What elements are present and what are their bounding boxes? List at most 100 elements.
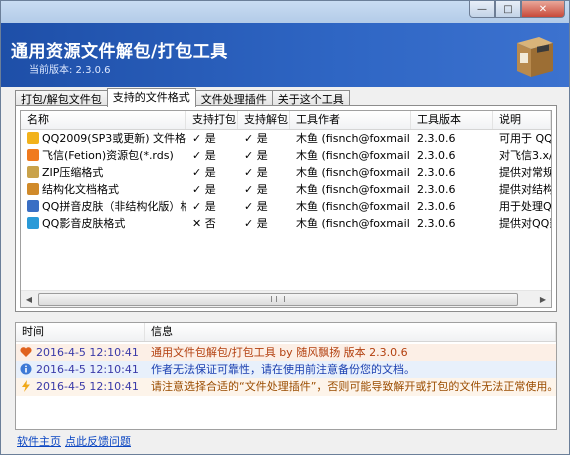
- cell-author: 木鱼 (fisnch@foxmail: [296, 166, 410, 179]
- log-message: 请注意选择合适的“文件处理插件”，否则可能导致解开或打包的文件无法正常使用。: [151, 380, 556, 393]
- zip-icon: [27, 166, 39, 178]
- cell-author: 木鱼 (fisnch@foxmail: [296, 183, 410, 196]
- column-header-pack[interactable]: 支持打包: [186, 111, 238, 129]
- fetion-icon: [27, 149, 39, 161]
- cell-author: 木鱼 (fisnch@foxmail: [296, 200, 410, 213]
- scrollbar-thumb[interactable]: [38, 293, 518, 306]
- format-name-label: 飞信(Fetion)资源包(*.rds): [42, 149, 174, 162]
- format-name-label: QQ拼音皮肤（非结构化版）格式: [42, 200, 186, 213]
- feedback-link[interactable]: 点此反馈问题: [65, 433, 131, 449]
- cell-format-name: 结构化文档格式: [21, 181, 186, 198]
- cell-format-name: QQ拼音皮肤（非结构化版）格式: [21, 198, 186, 215]
- footer-links: 软件主页 点此反馈问题: [17, 433, 131, 449]
- table-row[interactable]: 结构化文档格式 ✓ 是 ✓ 是 木鱼 (fisnch@foxmail 2.3.0.6 提供…: [21, 181, 551, 198]
- cell-author: 木鱼 (fisnch@foxmail: [296, 149, 410, 162]
- cell-format-name: QQ影音皮肤格式: [21, 215, 186, 232]
- cell-tool-version: 2.3.0.6: [417, 217, 456, 230]
- formats-table-header: 名称 支持打包 支持解包 工具作者 工具版本 说明: [21, 111, 551, 130]
- cell-supports-unpack: ✓ 是: [244, 217, 268, 230]
- log-column-message[interactable]: 信息: [145, 323, 556, 341]
- log-table-header: 时间 信息: [16, 323, 556, 342]
- log-time: 2016-4-5 12:10:41: [16, 344, 141, 362]
- column-header-version[interactable]: 工具版本: [411, 111, 493, 129]
- cell-description: 提供对结构化: [499, 183, 551, 196]
- cell-supports-unpack: ✓ 是: [244, 183, 268, 196]
- log-time-label: 2016-4-5 12:10:41: [36, 380, 139, 393]
- cell-supports-pack: ✓ 是: [192, 200, 216, 213]
- info-icon: [20, 363, 32, 375]
- column-header-description[interactable]: 说明: [493, 111, 551, 129]
- cell-tool-version: 2.3.0.6: [417, 149, 456, 162]
- cell-tool-version: 2.3.0.6: [417, 166, 456, 179]
- log-row[interactable]: 2016-4-5 12:10:41 通用文件包解包/打包工具 by 随风飘扬 版本…: [16, 344, 556, 362]
- window-controls: — □ ✕: [469, 1, 565, 19]
- homepage-link[interactable]: 软件主页: [17, 433, 61, 449]
- cell-supports-pack: ✓ 是: [192, 132, 216, 145]
- tab-supported-formats[interactable]: 支持的文件格式: [106, 88, 196, 107]
- cell-supports-pack: ✓ 是: [192, 149, 216, 162]
- log-message: 通用文件包解包/打包工具 by 随风飘扬 版本 2.3.0.6: [151, 346, 408, 359]
- minimize-button[interactable]: —: [469, 1, 495, 18]
- cell-supports-pack: ✓ 是: [192, 166, 216, 179]
- log-time-label: 2016-4-5 12:10:41: [36, 363, 139, 376]
- table-row[interactable]: QQ影音皮肤格式 ✕ 否 ✓ 是 木鱼 (fisnch@foxmail 2.3.0.6 提…: [21, 215, 551, 232]
- scroll-right-icon[interactable]: ▶: [535, 291, 551, 307]
- cell-description: 用于处理QQ拼: [499, 200, 551, 213]
- app-title: 通用资源文件解包/打包工具: [11, 42, 228, 62]
- cell-supports-unpack: ✓ 是: [244, 149, 268, 162]
- cell-description: 可用于 QQ20: [499, 132, 551, 145]
- format-name-label: 结构化文档格式: [42, 183, 119, 196]
- formats-table: 名称 支持打包 支持解包 工具作者 工具版本 说明 QQ2009(SP3或更新)…: [20, 110, 552, 308]
- heart-icon: [20, 346, 32, 358]
- cell-tool-version: 2.3.0.6: [417, 183, 456, 196]
- tab-strip: 打包/解包文件包 支持的文件格式 文件处理插件 关于这个工具: [15, 88, 350, 107]
- log-time: 2016-4-5 12:10:41: [16, 378, 141, 396]
- cell-supports-unpack: ✓ 是: [244, 200, 268, 213]
- cell-supports-pack: ✓ 是: [192, 183, 216, 196]
- scroll-left-icon[interactable]: ◀: [21, 291, 37, 307]
- log-row[interactable]: 2016-4-5 12:10:41 请注意选择合适的“文件处理插件”，否则可能导致…: [16, 378, 556, 396]
- formats-tab-panel: 名称 支持打包 支持解包 工具作者 工具版本 说明 QQ2009(SP3或更新)…: [15, 105, 557, 312]
- qq-penguin-icon: [27, 132, 39, 144]
- main-window: — □ ✕ 通用资源文件解包/打包工具 当前版本: 2.3.0.6 打包/解包文…: [0, 0, 570, 455]
- cell-description: 提供对常规Z: [499, 166, 551, 179]
- cell-format-name: 飞信(Fetion)资源包(*.rds): [21, 147, 186, 164]
- log-row[interactable]: 2016-4-5 12:10:41 作者无法保证可靠性，请在使用前注意备份您的文档…: [16, 361, 556, 379]
- cell-author: 木鱼 (fisnch@foxmail: [296, 217, 410, 230]
- cell-description: 对飞信3.x/4: [499, 149, 551, 162]
- cell-format-name: ZIP压缩格式: [21, 164, 186, 181]
- lightning-icon: [20, 380, 32, 392]
- log-time: 2016-4-5 12:10:41: [16, 361, 141, 379]
- log-column-time[interactable]: 时间: [16, 323, 145, 341]
- puzzle-icon: [27, 183, 39, 195]
- cell-supports-unpack: ✓ 是: [244, 132, 268, 145]
- column-header-name[interactable]: 名称: [21, 111, 186, 129]
- app-header: 通用资源文件解包/打包工具 当前版本: 2.3.0.6: [1, 23, 569, 87]
- package-box-icon: [517, 37, 553, 77]
- format-name-label: ZIP压缩格式: [42, 166, 104, 179]
- maximize-button[interactable]: □: [495, 1, 521, 18]
- table-row[interactable]: QQ2009(SP3或更新) 文件格式 ✓ 是 ✓ 是 木鱼 (fisnch@foxm…: [21, 130, 551, 147]
- log-message: 作者无法保证可靠性，请在使用前注意备份您的文档。: [151, 363, 415, 376]
- cell-author: 木鱼 (fisnch@foxmail: [296, 132, 410, 145]
- column-header-unpack[interactable]: 支持解包: [238, 111, 290, 129]
- cell-tool-version: 2.3.0.6: [417, 200, 456, 213]
- table-row[interactable]: ZIP压缩格式 ✓ 是 ✓ 是 木鱼 (fisnch@foxmail 2.3.0.6 提供…: [21, 164, 551, 181]
- cell-tool-version: 2.3.0.6: [417, 132, 456, 145]
- log-panel: 时间 信息 2016-4-5 12:10:41 通用文件包解包/打包工具 by 随…: [15, 322, 557, 430]
- log-time-label: 2016-4-5 12:10:41: [36, 346, 139, 359]
- app-version: 当前版本: 2.3.0.6: [29, 65, 111, 76]
- format-name-label: QQ影音皮肤格式: [42, 217, 126, 230]
- cell-format-name: QQ2009(SP3或更新) 文件格式: [21, 130, 186, 147]
- title-bar: — □ ✕: [1, 1, 569, 23]
- qq-pinyin-icon: [27, 200, 39, 212]
- cell-supports-unpack: ✓ 是: [244, 166, 268, 179]
- table-row[interactable]: 飞信(Fetion)资源包(*.rds) ✓ 是 ✓ 是 木鱼 (fisnch@fox…: [21, 147, 551, 164]
- column-header-author[interactable]: 工具作者: [290, 111, 411, 129]
- table-row[interactable]: QQ拼音皮肤（非结构化版）格式 ✓ 是 ✓ 是 木鱼 (fisnch@foxmail 2…: [21, 198, 551, 215]
- horizontal-scrollbar[interactable]: ◀ ▶: [21, 290, 551, 307]
- cell-supports-pack: ✕ 否: [192, 217, 216, 230]
- qq-player-icon: [27, 217, 39, 229]
- format-name-label: QQ2009(SP3或更新) 文件格式: [42, 132, 186, 145]
- close-button[interactable]: ✕: [521, 1, 565, 18]
